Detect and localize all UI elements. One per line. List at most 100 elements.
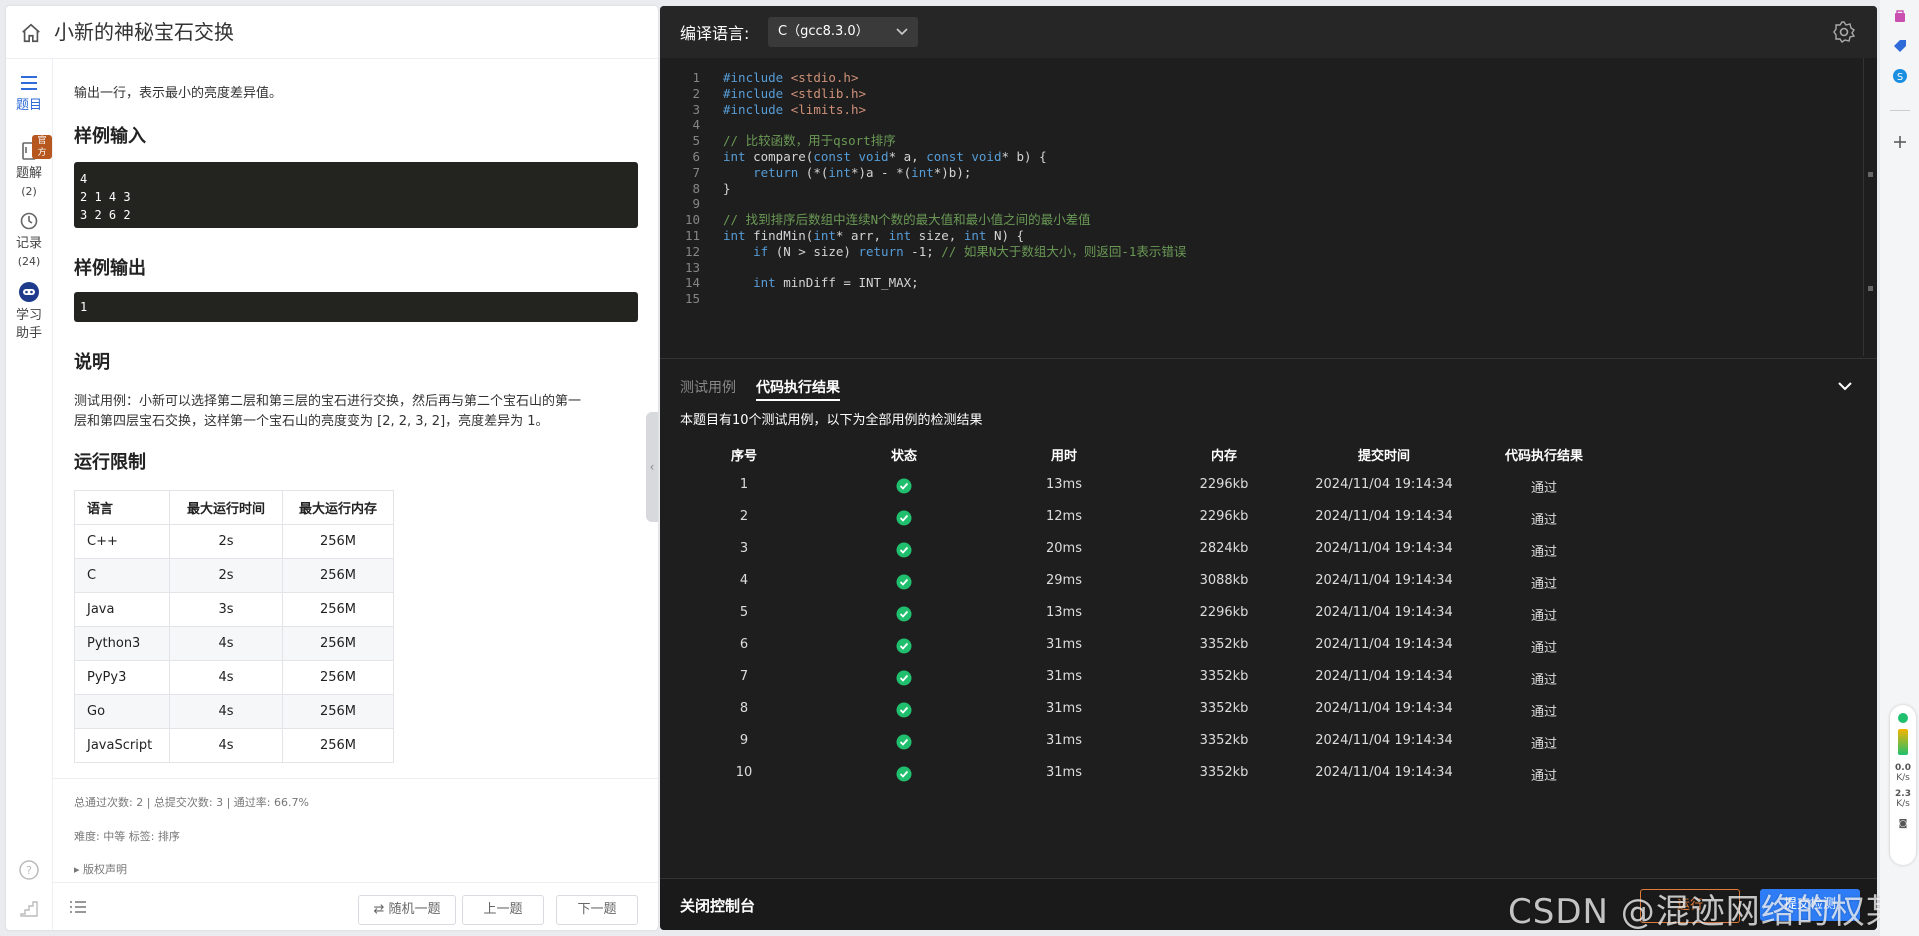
tag-icon[interactable] <box>1892 38 1908 54</box>
result-cell: 12ms <box>1046 509 1082 524</box>
next-problem-button[interactable]: 下一题 <box>556 895 638 925</box>
rail-item-records[interactable]: 记录 (24) <box>6 211 52 271</box>
limits-table: 语言 最大运行时间 最大运行内存 C++ 2s 256M C 2s 256M Java 3… <box>74 490 394 763</box>
output-description: 输出一行，表示最小的亮度差异值。 <box>74 86 283 101</box>
check-circle-icon <box>896 478 912 494</box>
svg-text:?: ? <box>26 864 32 877</box>
chevron-left-icon: ‹ <box>649 460 655 474</box>
random-problem-button[interactable]: ⇄ 随机一题 <box>358 895 456 925</box>
copyright-toggle[interactable]: ▸ 版权声明 <box>74 861 127 877</box>
code-text: return (*(int*)a - *(int*)b); <box>753 164 972 180</box>
code-text: if (N > size) return -1; // 如果N大于数组大小，则返… <box>753 243 1187 259</box>
bag-icon[interactable] <box>1892 8 1908 24</box>
limits-cell: 4s <box>169 694 283 729</box>
limits-cell: 256M <box>282 558 394 593</box>
rail-label: 学习 <box>15 308 42 323</box>
status-dot <box>1898 713 1908 723</box>
rail-item-problem[interactable]: 题目 <box>6 73 52 115</box>
copyright-label: 版权声明 <box>83 863 128 876</box>
result-cell: 31ms <box>1046 733 1082 748</box>
result-cell: 2024/11/04 19:14:34 <box>1315 605 1453 620</box>
check-circle-icon <box>896 766 912 782</box>
close-console-button[interactable]: 关闭控制台 <box>680 895 755 916</box>
rail-item-assistant[interactable]: 学习 助手 <box>6 281 52 343</box>
result-cell: 通过 <box>1530 769 1557 784</box>
result-cell: 2024/11/04 19:14:34 <box>1315 637 1453 652</box>
explain-line: 测试用例：小新可以选择第二层和第三层的宝石进行交换，然后再与第二个宝石山的第一 <box>74 394 582 409</box>
rail-item-solutions[interactable]: 官方 题解 (2) <box>6 135 52 201</box>
line-number: 15 <box>684 291 700 307</box>
gauge-bar <box>1898 729 1908 755</box>
check-circle-icon <box>896 638 912 654</box>
limits-cell: 256M <box>282 524 394 559</box>
result-cell: 1 <box>739 477 749 492</box>
check-circle-icon <box>896 574 912 590</box>
code-text: } <box>723 180 731 196</box>
result-cell: 2296kb <box>1199 477 1249 492</box>
result-cell: 31ms <box>1046 669 1082 684</box>
result-cell: 2024/11/04 19:14:34 <box>1315 701 1453 716</box>
result-cell: 3088kb <box>1199 573 1249 588</box>
editor-scrollbar[interactable] <box>1863 58 1874 356</box>
watermark: CSDN @混迹网络的权某 <box>1508 892 1901 932</box>
result-cell: 2024/11/04 19:14:34 <box>1315 669 1453 684</box>
table-row: Go 4s 256M <box>74 694 394 729</box>
problem-content: 输出一行，表示最小的亮度差异值。 样例输入 4 2 1 4 3 3 2 6 2 … <box>74 70 644 770</box>
table-row: Java 3s 256M <box>74 592 394 627</box>
divider <box>1890 110 1910 111</box>
result-cell: 6 <box>739 637 749 652</box>
result-header: 代码执行结果 <box>1504 449 1583 464</box>
language-select[interactable]: C（gcc8.3.0） <box>768 17 918 47</box>
plus-icon[interactable] <box>1892 134 1908 150</box>
result-cell: 5 <box>739 605 749 620</box>
help-icon[interactable]: ? <box>18 859 40 881</box>
editor-panel: 编译语言: C（gcc8.3.0） 1 #include <stdio.h> 2 #i… <box>660 6 1877 930</box>
stairs-icon[interactable] <box>18 897 40 919</box>
result-cell: 通过 <box>1530 577 1557 592</box>
sample-input-line: 4 <box>80 172 88 186</box>
limits-cell: 256M <box>282 592 394 627</box>
result-header: 用时 <box>1050 449 1077 464</box>
limits-cell: 4s <box>169 728 283 763</box>
limits-cell: 4s <box>169 660 283 695</box>
list-icon <box>21 76 37 90</box>
result-cell: 7 <box>739 669 749 684</box>
result-cell: 2824kb <box>1199 541 1249 556</box>
gear-icon[interactable] <box>1832 20 1856 44</box>
result-cell: 2024/11/04 19:14:34 <box>1315 509 1453 524</box>
check-circle-icon <box>896 734 912 750</box>
divider <box>52 778 658 779</box>
shuffle-icon: ⇄ <box>373 902 389 917</box>
result-cell: 8 <box>739 701 749 716</box>
result-cell: 13ms <box>1046 477 1082 492</box>
camera-icon[interactable]: ◙ <box>1890 819 1916 829</box>
problem-header: 小新的神秘宝石交换 <box>6 6 658 59</box>
limits-cell: 2s <box>169 524 283 559</box>
download-speed: 2.3 <box>1895 789 1911 799</box>
result-cell: 通过 <box>1530 545 1557 560</box>
result-cell: 29ms <box>1046 573 1082 588</box>
sample-input-line: 2 1 4 3 <box>80 190 131 204</box>
result-cell: 通过 <box>1530 673 1557 688</box>
result-cell: 3352kb <box>1199 733 1249 748</box>
tab-execution-result[interactable]: 代码执行结果 <box>756 377 840 401</box>
menu-icon[interactable] <box>68 897 88 917</box>
limits-cell: 256M <box>282 728 394 763</box>
home-icon[interactable] <box>20 22 42 44</box>
triangle-right-icon: ▸ <box>74 863 84 876</box>
result-cell: 通过 <box>1530 481 1557 496</box>
code-editor[interactable]: 1 #include <stdio.h> 2 #include <stdlib.h> 3… <box>660 58 1877 356</box>
panel-splitter[interactable]: ‹ <box>646 412 658 522</box>
tab-test-cases[interactable]: 测试用例 <box>680 377 736 397</box>
result-cell: 31ms <box>1046 637 1082 652</box>
result-cell: 2024/11/04 19:14:34 <box>1315 733 1453 748</box>
limits-cell: 4s <box>169 626 283 661</box>
chevron-down-icon[interactable] <box>1836 377 1854 395</box>
skype-icon[interactable]: S <box>1892 68 1908 84</box>
result-cell: 2296kb <box>1199 605 1249 620</box>
check-circle-icon <box>896 606 912 622</box>
result-cell: 3352kb <box>1199 701 1249 716</box>
sample-input-line: 3 2 6 2 <box>80 208 131 222</box>
prev-problem-button[interactable]: 上一题 <box>462 895 544 925</box>
download-unit: K/s <box>1896 799 1910 809</box>
